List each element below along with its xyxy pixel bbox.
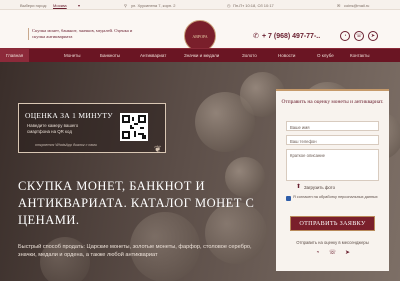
nav-item-coins[interactable]: Монеты [64, 49, 80, 63]
nav-item-news[interactable]: Новости [278, 49, 295, 63]
phone-field[interactable]: Ваш телефон [286, 135, 379, 145]
email-link[interactable]: coins@mail.ru [344, 3, 369, 8]
hero-title: СКУПКА МОНЕТ, БАНКНОТ И АНТИКВАРИАТА. КА… [18, 179, 255, 227]
telegram-icon[interactable]: ➤ [368, 31, 378, 41]
description-field[interactable]: Краткое описание [286, 149, 379, 181]
chevron-down-icon[interactable]: ▾ [78, 3, 80, 8]
address-text: ул. Хуусинена 7, корп. 2 [131, 2, 176, 8]
form-title: Отправить на оценку монеты и антиквариат… [281, 99, 384, 105]
map-pin-icon: ⚲ [124, 2, 127, 8]
hours-text: Пн-Пт 10:18, Сб 10:17 [233, 2, 274, 8]
nav-item-about[interactable]: О клубе [317, 49, 334, 63]
appraisal-form: Отправить на оценку монеты и антиквариат… [276, 89, 389, 271]
viber-icon[interactable]: ☏ [354, 31, 364, 41]
mail-icon: ✉ [337, 2, 341, 8]
clock-icon: ◷ [227, 2, 231, 8]
city-selector[interactable]: Москва [53, 3, 67, 8]
hero-description: Быстрый способ продать: Царские монеты, … [18, 244, 252, 258]
name-field[interactable]: Ваше имя [286, 121, 379, 131]
upload-photo-button[interactable]: Загрузить фото [304, 185, 335, 190]
qr-code[interactable] [120, 113, 148, 141]
main-nav: Главная Монеты Банкноты Антиквариат Знач… [0, 48, 400, 63]
camera-icon[interactable]: ⬆ [296, 183, 301, 190]
submit-button[interactable]: ОТПРАВИТЬ ЗАЯВКУ [290, 216, 375, 231]
whatsapp-icon[interactable]: ◔ [340, 31, 350, 41]
consent-label: Я согласен на обработку персональных дан… [293, 195, 378, 199]
phone-icon: ✆ [253, 33, 259, 40]
qr-code-image [122, 115, 146, 139]
whatsapp-icon[interactable]: ◔ [313, 249, 322, 258]
telegram-icon[interactable]: ➤ [343, 249, 352, 258]
nav-item-antiques[interactable]: Антиквариат [140, 49, 166, 63]
nav-item-banknotes[interactable]: Банкноты [100, 49, 120, 63]
nav-item-home[interactable]: Главная [0, 49, 30, 63]
consent-checkbox[interactable] [286, 196, 291, 201]
city-label: Выбери город: [20, 2, 47, 8]
nav-item-badges[interactable]: Значки и медали [184, 49, 219, 63]
qr-text: Наведите камеру вашего смартфона на QR к… [27, 123, 79, 134]
nav-item-gold[interactable]: Золото [242, 49, 257, 63]
qr-title: ОЦЕНКА ЗА 1 МИНУТУ [25, 111, 113, 120]
top-info-bar: Выбери город: Москва ▾ ⚲ ул. Хуусинена 7… [0, 0, 400, 10]
qr-note: откроется WhatsApp диалог с нами [35, 143, 97, 147]
nav-item-contacts[interactable]: Контакты [350, 49, 369, 63]
header-phone[interactable]: + 7 (968) 497-77-.. [262, 33, 320, 40]
messenger-text: Отправить на оценку в мессенджеры [296, 240, 369, 245]
header-tagline: Скупка монет, банкнот, значков, медалей.… [28, 28, 138, 40]
ornament-icon: ❦ [154, 144, 162, 154]
site-header: Скупка монет, банкнот, значков, медалей.… [0, 10, 400, 52]
viber-icon[interactable]: ☏ [328, 249, 337, 258]
page: Выбери город: Москва ▾ ⚲ ул. Хуусинена 7… [0, 0, 400, 281]
